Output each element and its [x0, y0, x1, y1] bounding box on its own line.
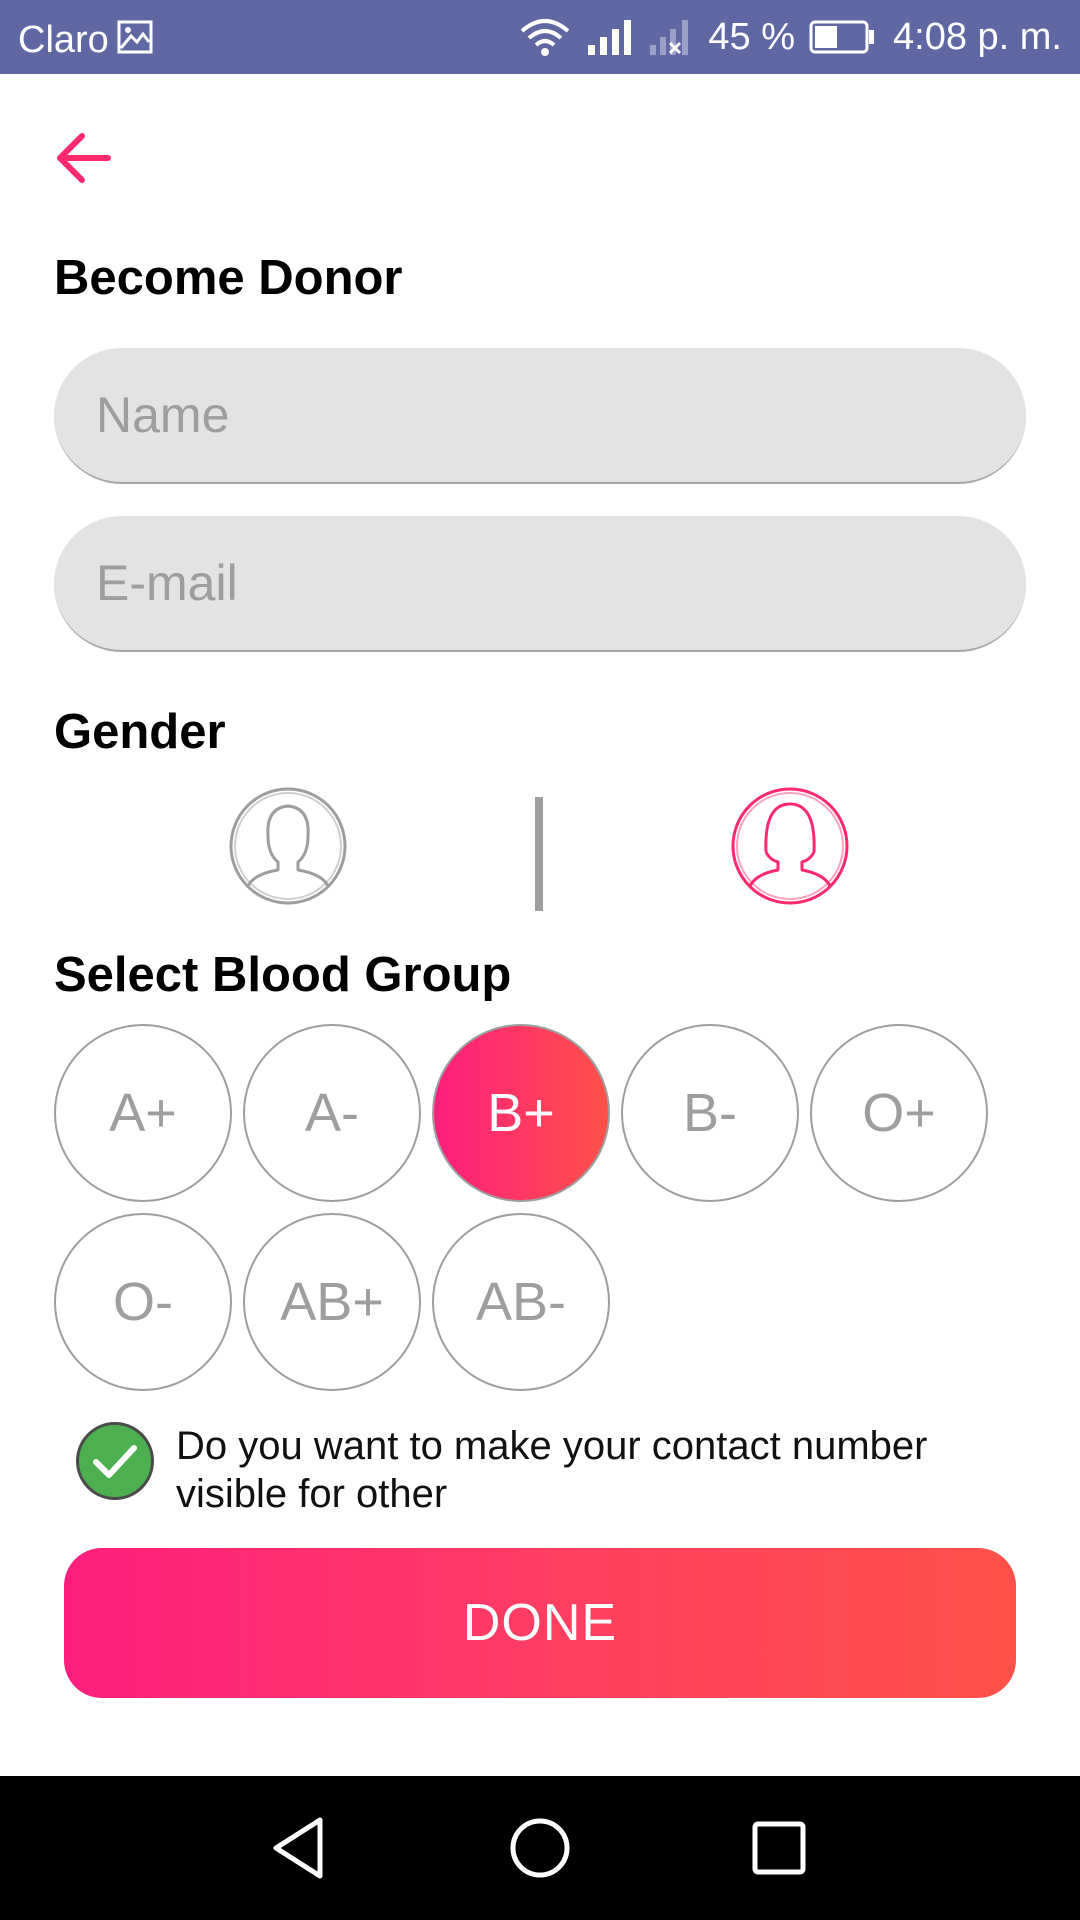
blood-group-a-plus[interactable]: A+ — [54, 1024, 232, 1202]
blood-group-o-minus[interactable]: O- — [54, 1213, 232, 1391]
female-avatar-icon — [731, 787, 849, 905]
blood-group-o-plus[interactable]: O+ — [810, 1024, 988, 1202]
name-input[interactable] — [54, 348, 1026, 484]
wifi-icon — [521, 19, 570, 56]
no-signal-icon — [650, 20, 689, 55]
battery-percent: 45 % — [708, 16, 796, 58]
square-recents-icon[interactable] — [737, 1806, 821, 1890]
page-title: Become Donor — [54, 251, 403, 305]
status-indicators: 45 % 4:08 p. m. — [518, 0, 1062, 74]
system-nav-bar — [0, 1776, 1080, 1920]
blood-group-a-minus[interactable]: A- — [243, 1024, 421, 1202]
blood-group-b-minus[interactable]: B- — [621, 1024, 799, 1202]
blood-group-label: Select Blood Group — [54, 948, 512, 1002]
email-input[interactable] — [54, 516, 1026, 652]
carrier-name: Claro — [18, 19, 109, 61]
contact-visible-checkbox[interactable] — [76, 1422, 154, 1500]
triangle-back-icon[interactable] — [260, 1806, 344, 1890]
gender-male-option[interactable] — [228, 786, 348, 906]
gender-label: Gender — [54, 705, 226, 759]
signal-strength-icon — [588, 20, 632, 55]
blood-group-ab-plus[interactable]: AB+ — [243, 1213, 421, 1391]
back-button[interactable] — [52, 130, 116, 186]
clock: 4:08 p. m. — [893, 16, 1062, 58]
contact-visible-label: Do you want to make your contact number … — [176, 1424, 928, 1516]
checkmark-icon — [93, 1445, 137, 1478]
blood-group-b-plus[interactable]: B+ — [432, 1024, 610, 1202]
done-button[interactable]: DONE — [64, 1548, 1016, 1698]
gender-divider — [535, 797, 543, 911]
gender-female-option[interactable] — [730, 786, 850, 906]
arrow-left-icon — [57, 133, 111, 183]
circle-home-icon[interactable] — [498, 1806, 582, 1890]
blood-group-ab-minus[interactable]: AB- — [432, 1213, 610, 1391]
status-bar: Claro 45 % 4:08 p. m. — [0, 0, 1080, 74]
image-notification-icon — [117, 20, 153, 54]
male-avatar-icon — [229, 787, 347, 905]
battery-icon — [809, 20, 875, 54]
